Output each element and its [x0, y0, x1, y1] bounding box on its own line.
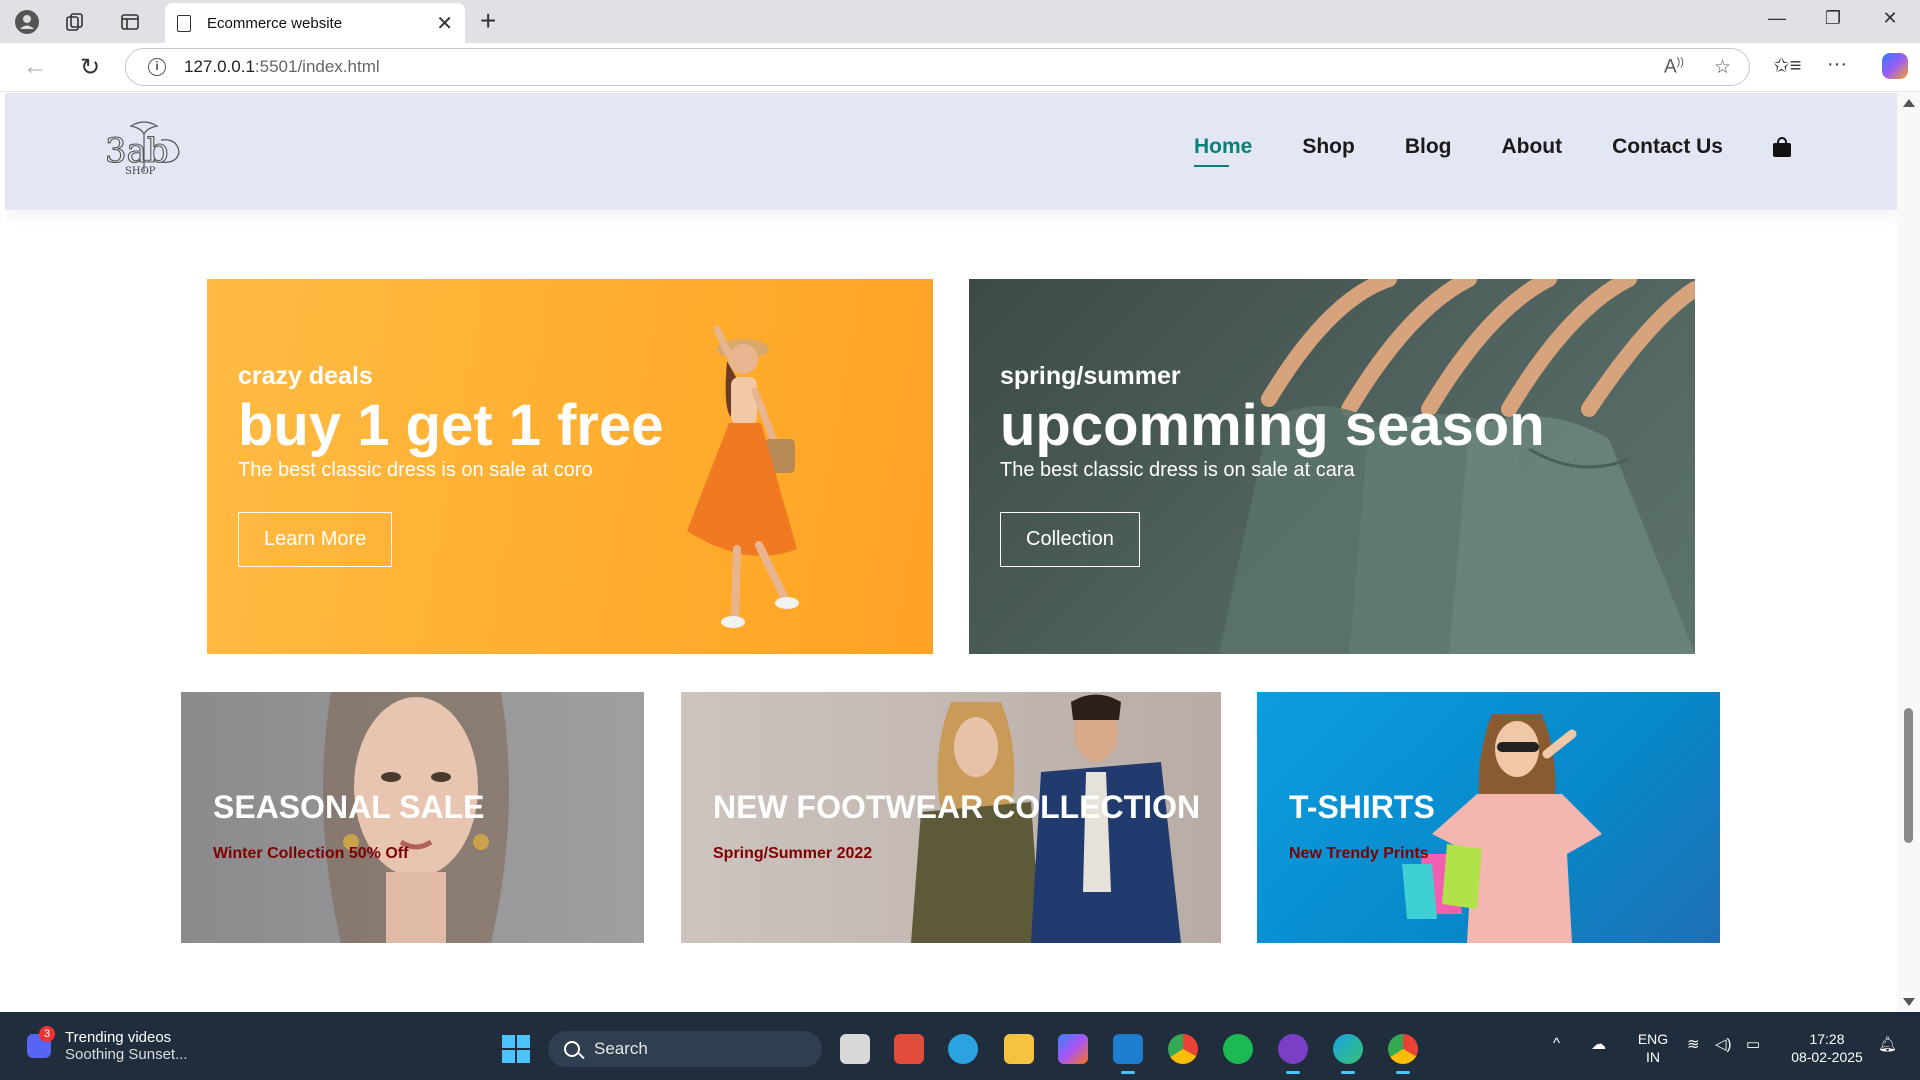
banner-headline: buy 1 get 1 free	[238, 393, 664, 458]
address-bar[interactable]: i 127.0.0.1:5501/index.html A)) ☆	[125, 48, 1750, 86]
collection-button[interactable]: Collection	[1000, 512, 1140, 567]
close-window-icon[interactable]: ✕	[1870, 8, 1910, 29]
nav-about[interactable]: About	[1501, 135, 1562, 159]
tab-actions-icon[interactable]	[115, 7, 145, 37]
scroll-down-icon[interactable]	[1903, 998, 1915, 1006]
banner-new-footwear[interactable]: NEW FOOTWEAR COLLECTION Spring/Summer 20…	[681, 692, 1221, 943]
workspaces-icon[interactable]	[60, 7, 90, 37]
more-menu-icon[interactable]: ···	[1827, 53, 1847, 76]
banner-subtitle: Winter Collection 50% Off	[213, 845, 409, 862]
shopping-bag-icon[interactable]	[1773, 137, 1791, 157]
banner-seasonal-sale[interactable]: SEASONAL SALE Winter Collection 50% Off	[181, 692, 644, 943]
browser-tab-bar: Ecommerce website ✕ + — ❐ ✕	[0, 0, 1920, 43]
back-icon[interactable]: ←	[20, 53, 50, 81]
restore-icon[interactable]: ❐	[1813, 8, 1853, 29]
store-icon[interactable]	[894, 1034, 924, 1064]
vscode-icon[interactable]	[1113, 1034, 1143, 1074]
github-desktop-icon[interactable]	[1278, 1034, 1308, 1074]
banner-tshirts[interactable]: T-SHIRTS New Trendy Prints	[1257, 692, 1720, 943]
banner-title: SEASONAL SALE	[213, 789, 485, 825]
news-title: Trending videos	[65, 1029, 172, 1046]
profile-icon[interactable]	[12, 7, 42, 37]
wifi-icon[interactable]: ≋	[1687, 1035, 1700, 1053]
address-bar-row: ← ↻ i 127.0.0.1:5501/index.html A)) ☆ ✩≡…	[0, 43, 1920, 92]
page-scrollbar[interactable]	[1897, 93, 1920, 1012]
copilot-app-icon[interactable]	[1058, 1034, 1088, 1064]
edge-icon[interactable]	[1333, 1034, 1363, 1074]
video-icon: 3	[27, 1026, 55, 1058]
language-indicator[interactable]: ENG IN	[1633, 1030, 1673, 1066]
onedrive-icon[interactable]: ☁	[1591, 1035, 1606, 1053]
logo-text: SHOP	[125, 166, 156, 177]
taskbar-search[interactable]: Search	[548, 1031, 822, 1067]
nav-contact-us[interactable]: Contact Us	[1612, 135, 1723, 159]
read-aloud-icon[interactable]: A))	[1664, 56, 1684, 79]
show-hidden-icons[interactable]: ^	[1553, 1035, 1560, 1052]
scroll-up-icon[interactable]	[1903, 99, 1915, 107]
spotify-icon[interactable]	[1223, 1034, 1253, 1064]
site-info-icon[interactable]: i	[148, 58, 166, 76]
nav-shop[interactable]: Shop	[1302, 135, 1355, 159]
banner-subtitle: Spring/Summer 2022	[713, 845, 873, 862]
web-page: 3ab SHOP Home Shop Blog About Contact Us	[5, 93, 1897, 1012]
banner-subtitle: New Trendy Prints	[1289, 845, 1429, 862]
news-widget[interactable]: 3 Trending videos Soothing Sunset...	[27, 1026, 188, 1063]
banner-title: NEW FOOTWEAR COLLECTION	[713, 789, 1201, 825]
news-subtitle: Soothing Sunset...	[65, 1046, 188, 1063]
banner-title: T-SHIRTS	[1289, 789, 1435, 825]
file-explorer-icon[interactable]	[1004, 1034, 1034, 1064]
site-header: 3ab SHOP Home Shop Blog About Contact Us	[5, 93, 1897, 210]
banner-kicker: crazy deals	[238, 362, 373, 390]
copilot-icon[interactable]	[1882, 53, 1908, 79]
search-icon	[564, 1041, 580, 1057]
volume-icon[interactable]: ◁)	[1715, 1035, 1732, 1053]
favorites-icon[interactable]: ✩≡	[1773, 53, 1801, 78]
chrome-profile-icon[interactable]	[1388, 1034, 1418, 1074]
task-view-icon[interactable]	[840, 1034, 870, 1064]
notifications-icon[interactable]: 🔔︎	[1878, 1035, 1897, 1053]
tab-title: Ecommerce website	[207, 14, 343, 32]
nav-blog[interactable]: Blog	[1405, 135, 1452, 159]
page-icon	[177, 14, 191, 32]
banner-kicker: spring/summer	[1000, 362, 1181, 390]
nav-home[interactable]: Home	[1193, 135, 1252, 167]
banner-headline: upcomming season	[1000, 393, 1545, 458]
banner-description: The best classic dress is on sale at cor…	[238, 459, 593, 481]
banner-upcoming-season: spring/summer upcomming season The best …	[969, 279, 1695, 654]
windows-taskbar: 3 Trending videos Soothing Sunset... Sea…	[0, 1017, 1920, 1080]
tab-ecommerce[interactable]: Ecommerce website ✕	[165, 3, 465, 43]
telegram-icon[interactable]	[948, 1034, 978, 1064]
minimize-icon[interactable]: —	[1757, 8, 1797, 29]
svg-text:3ab: 3ab	[105, 131, 169, 171]
site-logo[interactable]: 3ab SHOP	[103, 118, 185, 182]
banner-crazy-deals: crazy deals buy 1 get 1 free The best cl…	[207, 279, 933, 654]
close-tab-icon[interactable]: ✕	[436, 11, 453, 36]
refresh-icon[interactable]: ↻	[75, 53, 105, 82]
windows-start-icon[interactable]	[502, 1035, 530, 1063]
url-text: 127.0.0.1:5501/index.html	[184, 57, 380, 76]
search-label: Search	[594, 1039, 648, 1058]
banner-description: The best classic dress is on sale at car…	[1000, 459, 1355, 481]
notification-badge: 3	[39, 1026, 55, 1042]
main-nav: Home Shop Blog About Contact Us	[1144, 135, 1791, 167]
learn-more-button[interactable]: Learn More	[238, 512, 393, 567]
chrome-icon[interactable]	[1168, 1034, 1198, 1064]
new-tab-icon[interactable]: +	[480, 5, 496, 37]
favorite-star-icon[interactable]: ☆	[1714, 56, 1731, 79]
scrollbar-thumb[interactable]	[1904, 708, 1913, 843]
battery-icon[interactable]: ▭	[1746, 1035, 1760, 1053]
clock[interactable]: 17:28 08-02-2025	[1782, 1030, 1872, 1066]
